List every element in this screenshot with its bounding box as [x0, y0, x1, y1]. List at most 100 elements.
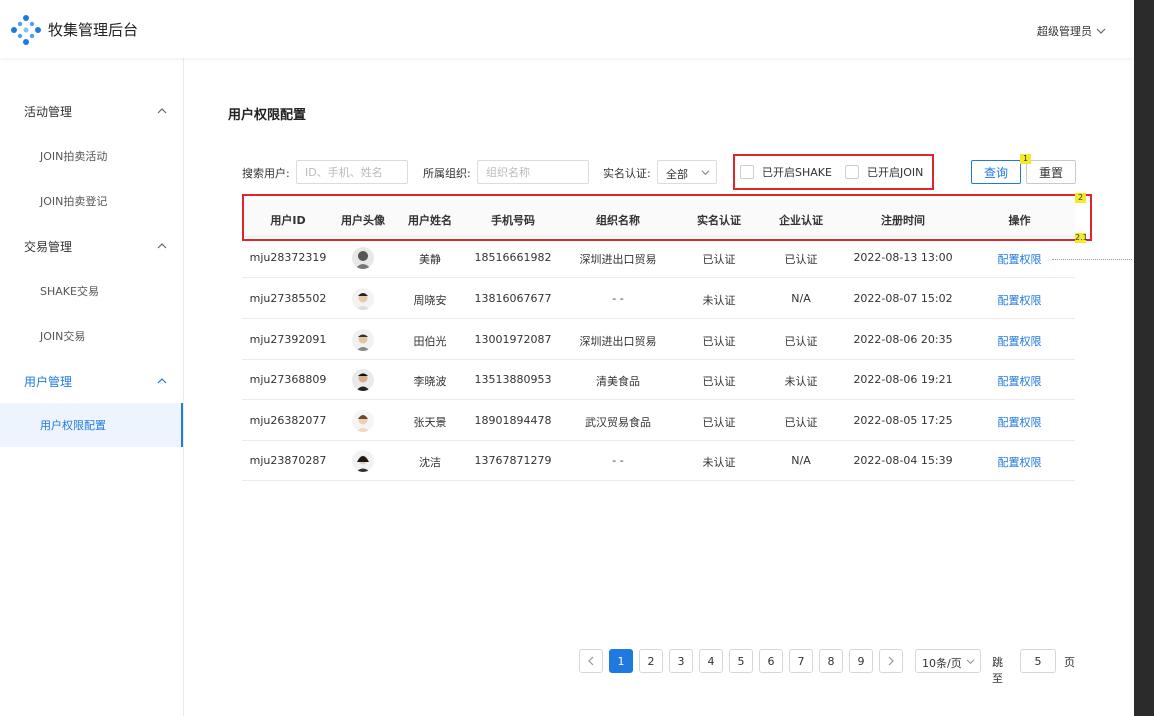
- search-user-input[interactable]: [296, 160, 408, 184]
- search-user-label: 搜索用户:: [242, 167, 290, 180]
- config-permission-link[interactable]: 配置权限: [964, 373, 1075, 389]
- annotation-connector: [1052, 259, 1132, 260]
- table-row: mju27368809 李晓波 13513880953 清美食品 已认证 未认证…: [242, 360, 1075, 400]
- app-title: 牧集管理后台: [48, 21, 139, 39]
- cell-register-time: 2022-08-13 13:00: [853, 251, 953, 264]
- cell-user-id: mju23870287: [249, 454, 327, 467]
- page-button-3[interactable]: 3: [669, 649, 693, 673]
- sidebar-group-activity[interactable]: 活动管理: [0, 89, 183, 133]
- cell-user-id: mju27368809: [249, 373, 327, 386]
- cell-phone: 13816067677: [474, 292, 552, 305]
- chevron-up-icon: [157, 108, 167, 114]
- jump-page-input[interactable]: [1020, 649, 1056, 673]
- annotation-marker: 2: [1075, 193, 1086, 203]
- cell-user-name: 李晓波: [413, 375, 447, 388]
- page-button-5[interactable]: 5: [729, 649, 753, 673]
- cell-register-time: 2022-08-04 15:39: [853, 454, 953, 467]
- page-button-6[interactable]: 6: [759, 649, 783, 673]
- config-permission-link[interactable]: 配置权限: [964, 414, 1075, 430]
- sidebar-group-trade[interactable]: 交易管理: [0, 224, 183, 268]
- page-size-select[interactable]: 10条/页: [915, 649, 981, 673]
- cell-corp: 已认证: [784, 335, 818, 348]
- query-button[interactable]: 查询: [971, 160, 1021, 184]
- cell-user-id: mju27392091: [249, 333, 327, 346]
- sidebar-item-label: SHAKE交易: [40, 285, 99, 298]
- sidebar-item-label: 用户权限配置: [40, 419, 106, 432]
- cell-org: 深圳进出口贸易: [579, 335, 657, 348]
- chevron-down-icon: [966, 659, 975, 665]
- shake-checkbox[interactable]: 已开启SHAKE: [740, 164, 832, 180]
- sidebar-item-join-auction[interactable]: JOIN拍卖活动: [0, 134, 183, 178]
- sidebar-group-users[interactable]: 用户管理: [0, 359, 183, 403]
- user-name: 超级管理员: [1037, 25, 1092, 38]
- page-button-9[interactable]: 9: [849, 649, 873, 673]
- verify-select[interactable]: 全部: [657, 160, 717, 184]
- sidebar-item-label: JOIN交易: [40, 330, 86, 343]
- chevron-left-icon: [588, 656, 594, 666]
- next-page-button[interactable]: [879, 649, 903, 673]
- cell-user-name: 周晓安: [413, 294, 447, 307]
- page-button-2[interactable]: 2: [639, 649, 663, 673]
- sidebar-item-join-trade[interactable]: JOIN交易: [0, 314, 183, 358]
- table-row: mju27392091 田伯光 13001972087 深圳进出口贸易 已认证 …: [242, 320, 1075, 360]
- sidebar-item-join-registration[interactable]: JOIN拍卖登记: [0, 179, 183, 223]
- config-permission-link[interactable]: 配置权限: [964, 292, 1075, 308]
- chevron-right-icon: [888, 656, 894, 666]
- avatar: [352, 288, 374, 310]
- cell-corp: 已认证: [784, 416, 818, 429]
- page-button-1[interactable]: 1: [609, 649, 633, 673]
- join-checkbox[interactable]: 已开启JOIN: [845, 164, 923, 180]
- cell-verify: 已认证: [702, 375, 736, 388]
- org-input[interactable]: [477, 160, 589, 184]
- avatar: [352, 450, 374, 472]
- avatar: [352, 410, 374, 432]
- right-edge-strip: [1134, 0, 1154, 716]
- checkbox-box: [740, 165, 754, 179]
- page-size-value: 10条/页: [922, 657, 962, 670]
- annotation-box-table-header: [242, 194, 1092, 241]
- user-menu[interactable]: 超级管理员: [1037, 23, 1106, 39]
- annotation-marker: 2.1: [1075, 233, 1088, 243]
- cell-register-time: 2022-08-05 17:25: [853, 414, 953, 427]
- cell-user-name: 沈洁: [419, 456, 441, 469]
- cell-corp: N/A: [791, 292, 811, 305]
- cell-verify: 未认证: [702, 294, 736, 307]
- page-button-7[interactable]: 7: [789, 649, 813, 673]
- reset-button[interactable]: 重置: [1026, 160, 1076, 184]
- sidebar-group-label: 活动管理: [24, 104, 73, 119]
- table-row: mju27385502 周晓安 13816067677 - - 未认证 N/A …: [242, 279, 1075, 319]
- cell-verify: 未认证: [702, 456, 736, 469]
- cell-phone: 13001972087: [474, 333, 552, 346]
- table-row: mju26382077 张天景 18901894478 武汉贸易食品 已认证 已…: [242, 401, 1075, 441]
- cell-verify: 已认证: [702, 253, 736, 266]
- cell-corp: 未认证: [784, 375, 818, 388]
- chevron-up-icon: [157, 378, 167, 384]
- cell-phone: 18901894478: [474, 414, 552, 427]
- chevron-down-icon: [1096, 28, 1106, 34]
- page-button-4[interactable]: 4: [699, 649, 723, 673]
- sidebar-item-user-permissions[interactable]: 用户权限配置: [0, 403, 183, 447]
- sidebar-group-label: 用户管理: [24, 374, 73, 389]
- cell-user-id: mju26382077: [249, 414, 327, 427]
- page-suffix-label: 页: [1064, 656, 1075, 669]
- cell-org: 武汉贸易食品: [585, 416, 651, 429]
- verify-label: 实名认证:: [603, 167, 651, 180]
- cell-org: - -: [612, 292, 624, 305]
- sidebar-item-shake-trade[interactable]: SHAKE交易: [0, 269, 183, 313]
- page-button-8[interactable]: 8: [819, 649, 843, 673]
- config-permission-link[interactable]: 配置权限: [964, 333, 1075, 349]
- cell-corp: N/A: [791, 454, 811, 467]
- avatar: [352, 329, 374, 351]
- join-checkbox-label: 已开启JOIN: [867, 166, 924, 179]
- cell-phone: 18516661982: [474, 251, 552, 264]
- prev-page-button[interactable]: [579, 649, 603, 673]
- cell-phone: 13767871279: [474, 454, 552, 467]
- checkbox-box: [845, 165, 859, 179]
- config-permission-link[interactable]: 配置权限: [964, 454, 1075, 470]
- cell-register-time: 2022-08-06 20:35: [853, 333, 953, 346]
- cell-register-time: 2022-08-07 15:02: [853, 292, 953, 305]
- org-label: 所属组织:: [423, 167, 471, 180]
- cell-user-id: mju27385502: [249, 292, 327, 305]
- top-header: 牧集管理后台 超级管理员: [0, 0, 1134, 58]
- sidebar-item-label: JOIN拍卖登记: [40, 195, 108, 208]
